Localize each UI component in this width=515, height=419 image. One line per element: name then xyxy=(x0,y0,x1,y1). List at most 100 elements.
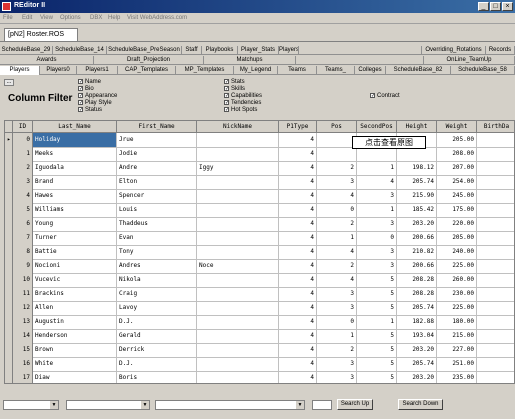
cell-pos[interactable]: 3 xyxy=(317,287,357,302)
cell-secondpos[interactable]: 3 xyxy=(357,245,397,260)
tab-hidden[interactable] xyxy=(299,46,422,55)
cell-weight[interactable]: 251.00 xyxy=(437,357,477,372)
cell-last-name[interactable]: Young xyxy=(33,217,117,232)
cell-p1type[interactable]: 4 xyxy=(279,371,317,383)
tab-cap-templates[interactable]: CAP_Templates xyxy=(118,66,176,75)
row-selector[interactable] xyxy=(5,161,13,176)
tab-teams-underscore[interactable]: Teams_ xyxy=(317,66,355,75)
filter-bio-checkbox[interactable]: ✓ Bio xyxy=(78,86,94,92)
row-selector[interactable] xyxy=(5,217,13,232)
column-header-secondpos[interactable]: SecondPos xyxy=(357,121,397,133)
search-operator-dropdown[interactable]: ▼ xyxy=(66,400,150,410)
cell-weight[interactable]: 175.00 xyxy=(437,203,477,218)
cell-pos[interactable]: 4 xyxy=(317,273,357,288)
table-row[interactable]: 6 Young Thaddeus 4 2 3 203.20 220.00 xyxy=(5,217,514,232)
column-header-nickname[interactable]: NickName xyxy=(197,121,279,133)
cell-nickname[interactable] xyxy=(197,147,279,162)
cell-last-name[interactable]: Battie xyxy=(33,245,117,260)
cell-height[interactable]: 208.28 xyxy=(397,287,437,302)
cell-birthdate[interactable] xyxy=(477,203,514,218)
cell-height[interactable]: 200.66 xyxy=(397,231,437,246)
cell-first-name[interactable]: Jodie xyxy=(117,147,197,162)
tab-draft-projection[interactable]: Draft_Projection xyxy=(94,56,204,65)
cell-last-name[interactable]: Brackins xyxy=(33,287,117,302)
tab-players0[interactable]: Players0 xyxy=(40,66,77,75)
cell-nickname[interactable] xyxy=(197,287,279,302)
cell-weight[interactable]: 260.00 xyxy=(437,273,477,288)
cell-weight[interactable]: 205.00 xyxy=(437,133,477,148)
cell-height[interactable]: 210.82 xyxy=(397,245,437,260)
cell-birthdate[interactable] xyxy=(477,231,514,246)
cell-weight[interactable]: 254.00 xyxy=(437,175,477,190)
tab-players-top[interactable]: Players xyxy=(279,46,299,55)
cell-birthdate[interactable] xyxy=(477,343,514,358)
cell-last-name[interactable]: Hawes xyxy=(33,189,117,204)
cell-pos[interactable]: 4 xyxy=(317,189,357,204)
table-row[interactable]: 7 Turner Evan 4 1 0 200.66 205.00 xyxy=(5,231,514,246)
table-row[interactable]: 4 Hawes Spencer 4 4 3 215.90 245.00 xyxy=(5,189,514,204)
cell-last-name[interactable]: Meeks xyxy=(33,147,117,162)
cell-pos[interactable]: 2 xyxy=(317,259,357,274)
cell-pos[interactable]: 3 xyxy=(317,301,357,316)
maximize-button[interactable]: □ xyxy=(490,2,501,11)
filter-stats-checkbox[interactable]: ✓ Stats xyxy=(224,79,245,85)
menu-edit[interactable]: Edit xyxy=(22,15,32,21)
filter-capabilities-checkbox[interactable]: ✓ Capabilities xyxy=(224,93,262,99)
cell-weight[interactable]: 215.00 xyxy=(437,329,477,344)
search-field-dropdown[interactable]: ▼ xyxy=(3,400,59,410)
cell-p1type[interactable]: 4 xyxy=(279,287,317,302)
cell-nickname[interactable] xyxy=(197,189,279,204)
cell-weight[interactable]: 227.00 xyxy=(437,343,477,358)
tab-blank[interactable] xyxy=(296,56,424,65)
cell-weight[interactable]: 180.00 xyxy=(437,315,477,330)
cell-secondpos[interactable]: 5 xyxy=(357,357,397,372)
row-selector[interactable] xyxy=(5,245,13,260)
cell-last-name[interactable]: Augustin xyxy=(33,315,117,330)
row-selector[interactable] xyxy=(5,371,13,383)
cell-weight[interactable]: 230.00 xyxy=(437,287,477,302)
cell-p1type[interactable]: 4 xyxy=(279,133,317,148)
row-selector[interactable] xyxy=(5,147,13,162)
table-row[interactable]: 16 White D.J. 4 3 5 205.74 251.00 xyxy=(5,357,514,372)
table-row[interactable]: 5 Williams Louis 4 0 1 185.42 175.00 xyxy=(5,203,514,218)
cell-birthdate[interactable] xyxy=(477,357,514,372)
tab-playbooks[interactable]: Playbooks xyxy=(202,46,238,55)
cell-nickname[interactable]: Iggy xyxy=(197,161,279,176)
minimize-button[interactable]: _ xyxy=(478,2,489,11)
table-row[interactable]: 13 Augustin D.J. 4 0 1 182.88 180.00 xyxy=(5,315,514,330)
cell-birthdate[interactable] xyxy=(477,301,514,316)
tab-my-legend[interactable]: My_Legend xyxy=(234,66,278,75)
filter-name-checkbox[interactable]: ✓ Name xyxy=(78,79,101,85)
cell-nickname[interactable] xyxy=(197,217,279,232)
cell-last-name[interactable]: Nocioni xyxy=(33,259,117,274)
cell-birthdate[interactable] xyxy=(477,315,514,330)
filter-tendencies-checkbox[interactable]: ✓ Tendencies xyxy=(224,100,261,106)
cell-first-name[interactable]: D.J. xyxy=(117,357,197,372)
filter-contract-checkbox[interactable]: ✓ Contract xyxy=(370,93,400,99)
cell-first-name[interactable]: Tony xyxy=(117,245,197,260)
cell-birthdate[interactable] xyxy=(477,287,514,302)
menu-file[interactable]: File xyxy=(3,15,13,21)
cell-height[interactable]: 205.74 xyxy=(397,357,437,372)
table-row[interactable]: 15 Brown Derrick 4 2 5 203.20 227.00 xyxy=(5,343,514,358)
row-selector[interactable] xyxy=(5,203,13,218)
cell-first-name[interactable]: Derrick xyxy=(117,343,197,358)
cell-nickname[interactable] xyxy=(197,315,279,330)
cell-birthdate[interactable] xyxy=(477,371,514,383)
cell-first-name[interactable]: Thaddeus xyxy=(117,217,197,232)
cell-secondpos[interactable]: 3 xyxy=(357,217,397,232)
cell-height[interactable] xyxy=(397,147,437,162)
row-selector[interactable] xyxy=(5,301,13,316)
cell-nickname[interactable] xyxy=(197,231,279,246)
cell-birthdate[interactable] xyxy=(477,161,514,176)
row-selector[interactable] xyxy=(5,343,13,358)
cell-nickname[interactable] xyxy=(197,133,279,148)
tab-awards[interactable]: Awards xyxy=(0,56,94,65)
tab-records[interactable]: Records xyxy=(486,46,515,55)
row-selector[interactable] xyxy=(5,259,13,274)
table-row[interactable]: 1 Meeks Jodie 4 208.00 xyxy=(5,147,514,162)
cell-height[interactable]: 203.20 xyxy=(397,343,437,358)
view-original-tooltip[interactable]: 点击查看原图 xyxy=(352,136,426,149)
cell-secondpos[interactable]: 1 xyxy=(357,161,397,176)
cell-nickname[interactable] xyxy=(197,329,279,344)
